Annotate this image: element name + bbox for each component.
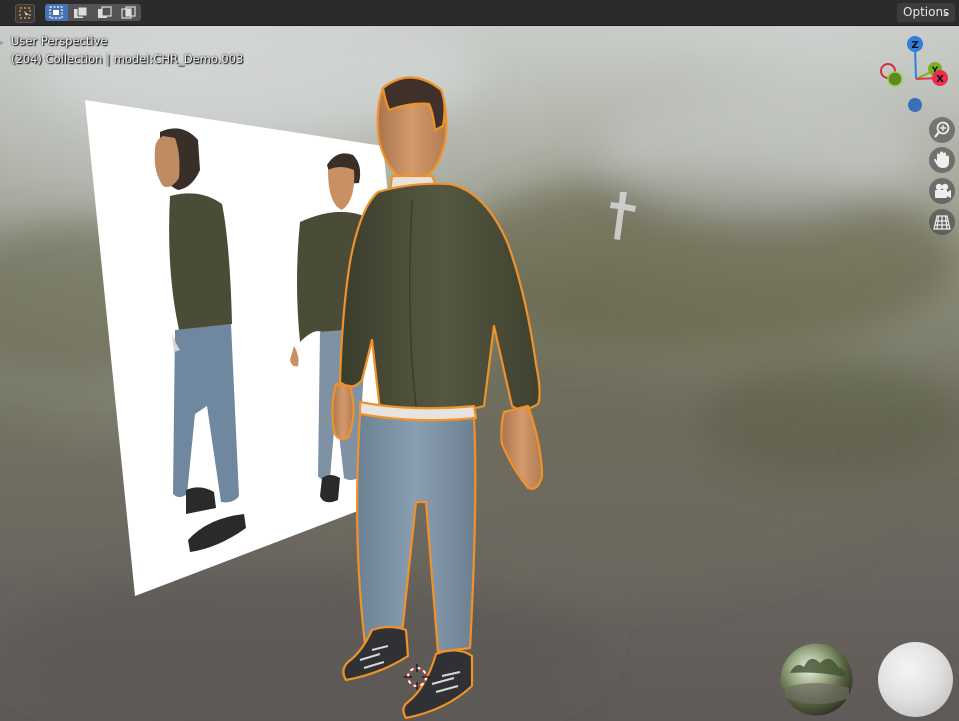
- select-intersect-icon[interactable]: [117, 4, 140, 21]
- select-box-icon[interactable]: [15, 4, 35, 23]
- gizmo-z-label: Z: [911, 40, 918, 51]
- gizmo-z-axis[interactable]: Z: [907, 36, 923, 52]
- camera-icon[interactable]: [929, 178, 955, 204]
- selection-mode-group: [45, 4, 141, 21]
- character-model[interactable]: [0, 0, 959, 721]
- options-dropdown[interactable]: Options ⌄: [897, 3, 955, 22]
- navigation-gizmo[interactable]: Z Y X: [878, 33, 958, 118]
- gizmo-neg-y[interactable]: [887, 71, 903, 87]
- collection-info: (204) Collection | model:CHR_Demo.003: [11, 52, 244, 66]
- zoom-icon[interactable]: [929, 117, 955, 143]
- hdri-preview-sphere: [780, 643, 853, 716]
- view-name: User Perspective: [11, 34, 108, 48]
- select-extend-icon[interactable]: [69, 4, 92, 21]
- select-subtract-icon[interactable]: [93, 4, 116, 21]
- material-preview-sphere: [878, 642, 953, 717]
- gizmo-neg-z[interactable]: [908, 98, 922, 112]
- gizmo-x-label: X: [936, 74, 944, 85]
- 3d-cursor[interactable]: [402, 662, 432, 692]
- pan-hand-icon[interactable]: [929, 147, 955, 173]
- toolbar-expand-arrow[interactable]: ▸: [0, 38, 6, 50]
- viewport-header: Options ⌄: [0, 0, 959, 26]
- 3d-viewport[interactable]: [0, 0, 959, 721]
- chevron-down-icon: ⌄: [941, 7, 950, 18]
- perspective-grid-icon[interactable]: [929, 209, 955, 235]
- select-new-icon[interactable]: [45, 4, 68, 21]
- gizmo-x-axis[interactable]: X: [932, 70, 948, 86]
